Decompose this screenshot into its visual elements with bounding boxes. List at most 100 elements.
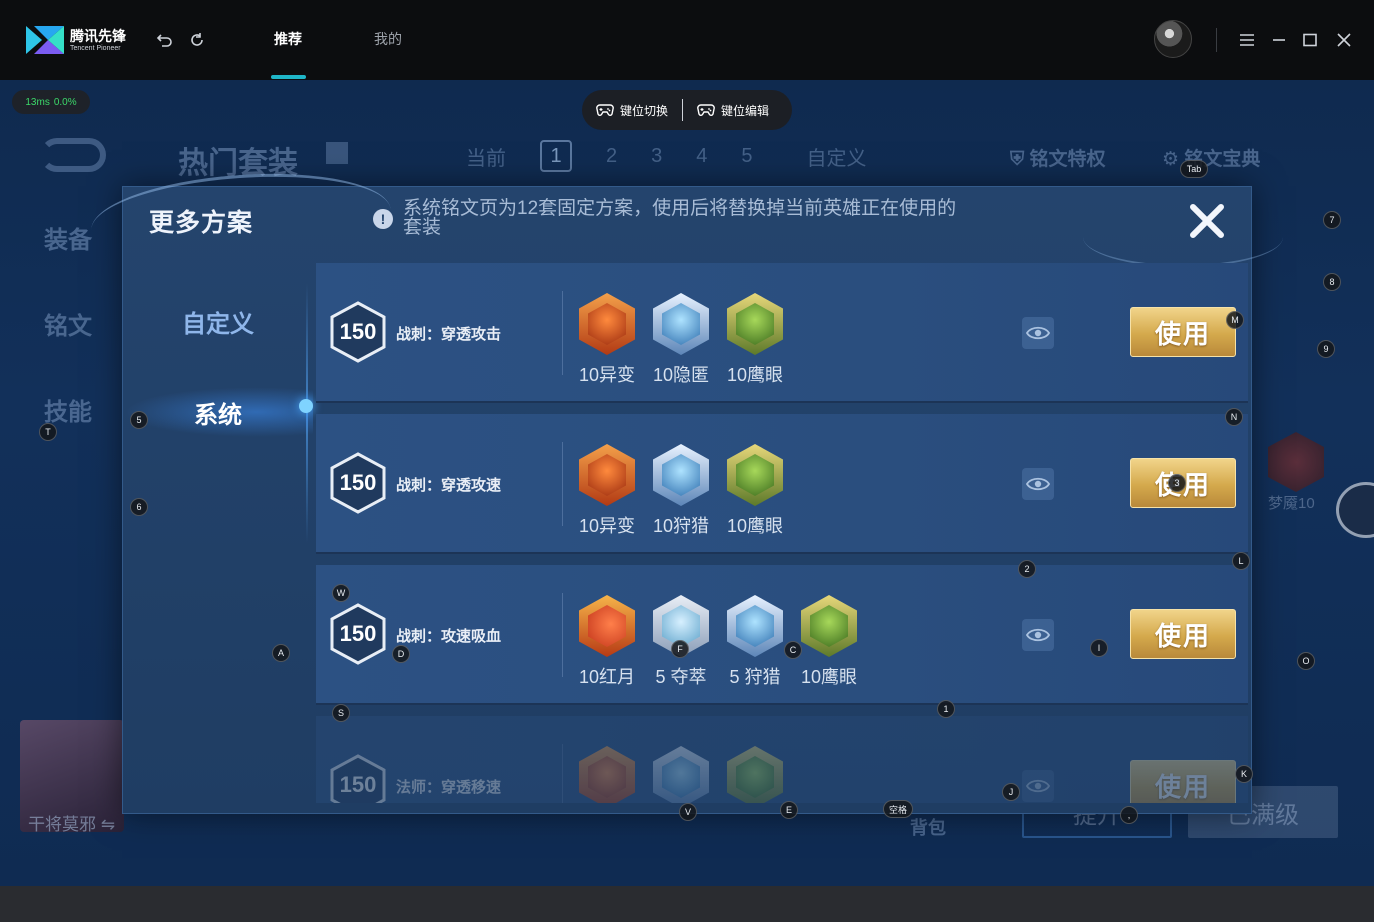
- undo-icon[interactable]: [154, 29, 176, 51]
- key-hint: K: [1235, 765, 1253, 783]
- rune-green-icon: [801, 595, 857, 657]
- dialog-notice: 系统铭文页为12套固定方案，使用后将替换掉当前英雄正在使用的 套装: [403, 198, 957, 238]
- rune-slot: 10狩猎: [650, 444, 712, 536]
- plan-name: 战刺：穿透攻速: [396, 477, 502, 494]
- preview-button[interactable]: [1022, 619, 1054, 651]
- rune-red-icon: [579, 444, 635, 506]
- rune-slot: 10异变: [576, 293, 638, 385]
- logo-subtext: Tencent Pioneer: [70, 44, 121, 52]
- maximize-icon[interactable]: [1299, 29, 1321, 51]
- key-hint: J: [1002, 783, 1020, 801]
- bg-feature-privilege: ⛨ 铭文特权: [1010, 149, 1106, 170]
- title-bar: 腾讯先锋 Tencent Pioneer 推荐 我的: [0, 0, 1374, 80]
- keymap-edit-label: 键位编辑: [721, 103, 770, 118]
- keymap-edit-button[interactable]: 键位编辑: [683, 102, 783, 119]
- gamepad-icon: [697, 104, 715, 116]
- rune-slot: [576, 746, 638, 803]
- plan-list[interactable]: 150 战刺：穿透攻击 10异变 10隐匿 10鹰眼 使用 150 战刺：穿透攻…: [316, 263, 1248, 803]
- app-window: 腾讯先锋 Tencent Pioneer 推荐 我的 热门套装 当前 1 2 3…: [0, 0, 1374, 922]
- eye-icon: [1026, 779, 1050, 793]
- bg-tab-1: 1: [540, 140, 572, 172]
- eye-icon: [1026, 326, 1050, 340]
- row-divider: [562, 744, 563, 803]
- rune-blue-icon: [727, 595, 783, 657]
- level-badge: 150: [330, 301, 386, 363]
- key-hint: 2: [1018, 560, 1036, 578]
- plan-name: 战刺：穿透攻击: [396, 326, 502, 343]
- rune-slot: 10鹰眼: [798, 595, 860, 687]
- preview-button[interactable]: [1022, 770, 1054, 802]
- side-item-custom[interactable]: 自定义: [123, 301, 313, 341]
- bg-round-button: [1336, 482, 1374, 538]
- close-dialog-button[interactable]: [1183, 197, 1231, 245]
- bg-side-equipment: 装备: [44, 227, 92, 254]
- key-hint: 8: [1323, 273, 1341, 291]
- use-plan-button[interactable]: 使用: [1130, 609, 1236, 659]
- preview-button[interactable]: [1022, 468, 1054, 500]
- key-hint: 6: [130, 498, 148, 516]
- tab-recommend[interactable]: 推荐: [274, 29, 302, 51]
- eye-icon: [1026, 628, 1050, 642]
- bg-tab-custom: 自定义: [806, 147, 867, 170]
- logo-mark-icon: [24, 22, 66, 58]
- rune-slot: 5 夺萃: [650, 595, 712, 687]
- use-plan-button[interactable]: 使用: [1130, 307, 1236, 357]
- plan-row: 150 法师：穿透移速 使用: [316, 716, 1248, 803]
- bg-side-skill: 技能: [44, 399, 92, 426]
- key-hint: 5: [130, 411, 148, 429]
- key-hint: T: [39, 423, 57, 441]
- key-hint: D: [392, 645, 410, 663]
- bottom-strip: [0, 886, 1374, 922]
- key-hint: 3: [1168, 474, 1186, 492]
- bg-backpack: 背包: [910, 818, 946, 838]
- close-window-icon[interactable]: [1333, 29, 1355, 51]
- key-hint: W: [332, 584, 350, 602]
- menu-icon[interactable]: [1236, 29, 1258, 51]
- key-hint: N: [1225, 408, 1243, 426]
- bg-tab-current: 当前: [466, 147, 506, 170]
- use-plan-button[interactable]: 使用: [1130, 760, 1236, 803]
- plan-name: 法师：穿透移速: [396, 779, 502, 796]
- loss-value: 0.0%: [53, 96, 77, 108]
- keymap-switch-button[interactable]: 键位切换: [582, 102, 682, 119]
- level-badge: 150: [330, 452, 386, 514]
- dialog-header: 更多方案 ! 系统铭文页为12套固定方案，使用后将替换掉当前英雄正在使用的 套装: [88, 164, 1283, 276]
- gamepad-icon: [596, 104, 614, 116]
- refresh-icon[interactable]: [186, 29, 208, 51]
- key-hint: O: [1297, 652, 1315, 670]
- active-tab-indicator: [271, 75, 306, 79]
- key-hint: Tab: [1180, 160, 1208, 178]
- bg-tab-3: 3: [651, 144, 663, 167]
- more-plans-dialog: 更多方案 ! 系统铭文页为12套固定方案，使用后将替换掉当前英雄正在使用的 套装…: [88, 164, 1283, 814]
- rune-red-icon: [579, 293, 635, 355]
- key-hint: 1: [937, 700, 955, 718]
- user-avatar[interactable]: [1154, 20, 1192, 58]
- rune-slot: 10鹰眼: [724, 444, 786, 536]
- dialog-title: 更多方案: [149, 209, 254, 237]
- info-icon: !: [373, 209, 393, 229]
- key-hint: 空格: [883, 800, 913, 818]
- side-item-system[interactable]: 系统: [123, 387, 313, 437]
- minimize-icon[interactable]: [1268, 29, 1290, 51]
- rune-red-icon: [579, 746, 635, 803]
- key-hint: A: [272, 644, 290, 662]
- keymap-toolbar: 键位切换 键位编辑: [582, 90, 792, 130]
- latency-value: 13ms: [25, 96, 50, 108]
- rune-blue-icon: [653, 444, 709, 506]
- titlebar-divider: [1216, 28, 1217, 52]
- rune-moon-icon: [579, 595, 635, 657]
- app-logo: 腾讯先锋 Tencent Pioneer: [24, 22, 128, 58]
- plan-row: 150 战刺：穿透攻击 10异变 10隐匿 10鹰眼 使用: [316, 263, 1248, 403]
- key-hint: V: [679, 803, 697, 821]
- level-badge: 150: [330, 754, 386, 803]
- grid-icon: [326, 142, 348, 164]
- tab-mine[interactable]: 我的: [374, 29, 402, 51]
- eye-icon: [1026, 477, 1050, 491]
- bg-loadout-tabs: 当前 1 2 3 4 5 自定义: [466, 140, 867, 172]
- preview-button[interactable]: [1022, 317, 1054, 349]
- logo-text: 腾讯先锋: [70, 27, 126, 44]
- key-hint: L: [1232, 552, 1250, 570]
- rune-blue-icon: [653, 746, 709, 803]
- bg-rune-label: 梦魇10: [1268, 495, 1315, 512]
- bg-tab-5: 5: [741, 144, 753, 167]
